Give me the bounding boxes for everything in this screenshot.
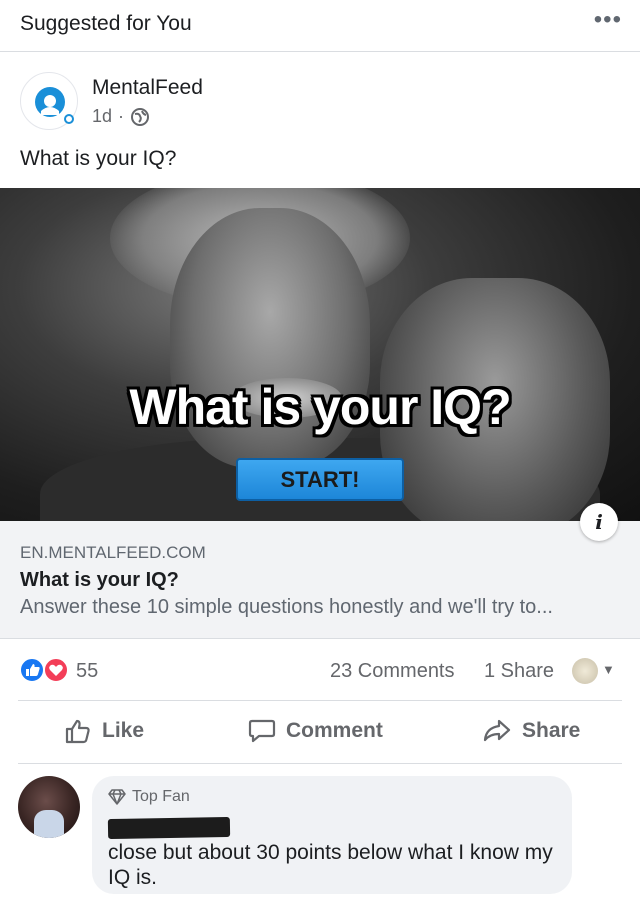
shares-count[interactable]: 1 Share (484, 660, 554, 683)
mentalfeed-logo-icon (35, 87, 74, 124)
post-time[interactable]: 1d (92, 106, 112, 127)
post-image[interactable]: What is your IQ? START! (0, 188, 640, 521)
reaction-icons[interactable] (18, 656, 74, 684)
post-meta: 1d · (92, 106, 150, 127)
love-reaction-icon (43, 657, 69, 683)
comment: Top Fan close but about 30 points below … (0, 770, 640, 900)
globe-icon (131, 107, 150, 126)
commenter-avatar[interactable] (18, 776, 80, 838)
comment-text: close but about 30 points below what I k… (108, 841, 553, 889)
divider (18, 763, 622, 764)
thumbs-up-icon (65, 719, 90, 744)
comment-bubble[interactable]: Top Fan close but about 30 points below … (92, 776, 572, 894)
top-fan-badge: Top Fan (108, 788, 190, 806)
link-domain: EN.MENTALFEED.COM (20, 543, 206, 562)
top-fan-label: Top Fan (132, 788, 190, 805)
comment-button[interactable]: Comment (248, 717, 383, 745)
link-preview-card[interactable]: EN.MENTALFEED.COM What is your IQ? Answe… (0, 521, 640, 639)
chevron-down-icon[interactable]: ▼ (602, 662, 615, 677)
post-caption: What is your IQ? (20, 147, 177, 170)
share-button[interactable]: Share (482, 717, 580, 745)
page-name-link[interactable]: MentalFeed (92, 76, 203, 100)
avatar-shirt (34, 810, 64, 838)
post-header: MentalFeed 1d · What is your IQ? (0, 52, 640, 188)
image-start-button: START! (236, 458, 404, 501)
comment-label: Comment (286, 719, 383, 742)
info-icon[interactable]: i (580, 503, 618, 541)
more-options-icon[interactable]: ••• (594, 6, 622, 34)
diamond-icon (108, 789, 126, 805)
image-headline: What is your IQ? (129, 379, 511, 435)
share-label: Share (522, 719, 581, 742)
section-title: Suggested for You (20, 12, 192, 35)
comment-bubble-icon (248, 719, 276, 743)
like-label: Like (102, 719, 145, 742)
share-arrow-icon (483, 719, 511, 742)
viewer-avatar[interactable] (572, 658, 598, 684)
reactions-count[interactable]: 55 (76, 660, 98, 683)
post-actions: Like Comment Share (0, 705, 640, 761)
comments-count[interactable]: 23 Comments (330, 660, 455, 683)
feed-section-header: Suggested for You ••• (0, 0, 640, 52)
redacted-commenter-name (107, 816, 231, 840)
like-button[interactable]: Like (64, 717, 144, 745)
link-title: What is your IQ? (20, 569, 179, 591)
divider (18, 700, 622, 701)
link-description: Answer these 10 simple questions honestl… (20, 596, 553, 618)
like-reaction-icon (19, 657, 45, 683)
post-stats: 55 23 Comments 1 Share ▼ (0, 648, 640, 692)
page-avatar[interactable] (20, 72, 78, 130)
meta-separator: · (118, 106, 125, 126)
